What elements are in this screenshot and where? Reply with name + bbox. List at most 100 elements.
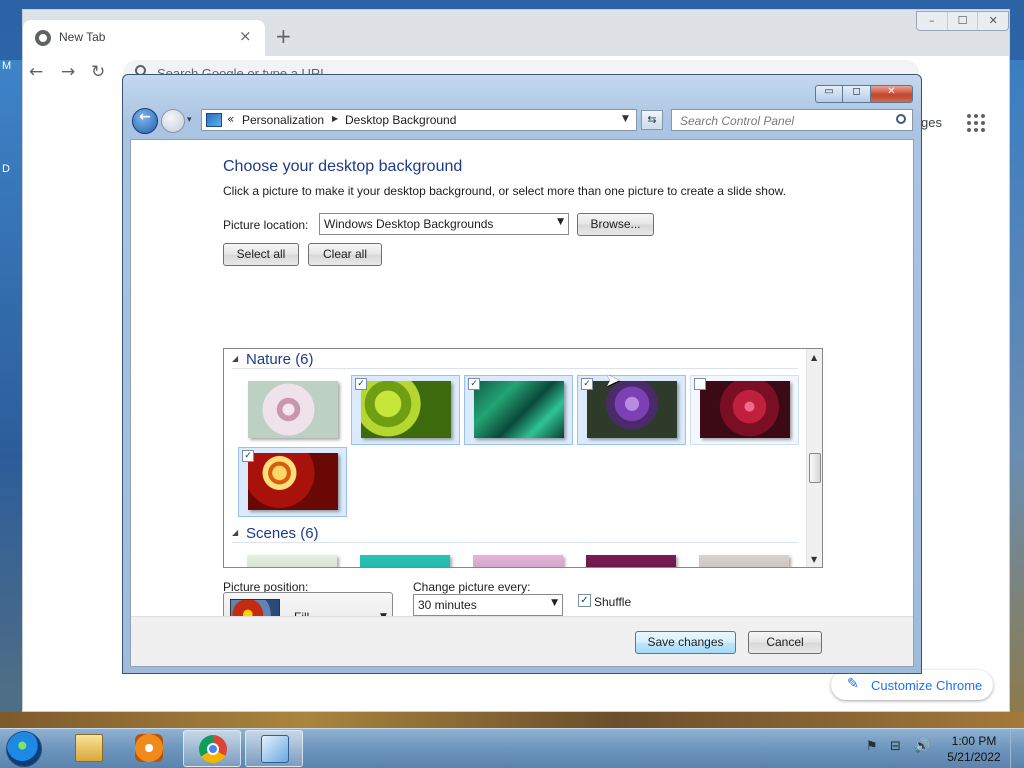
taskbar-control-panel[interactable] [245, 730, 303, 767]
thumbnail-checkbox[interactable]: ✓ [355, 378, 367, 390]
desktop-wallpaper-left [0, 60, 22, 720]
clock-time: 1:00 PM [951, 734, 997, 748]
cancel-button[interactable]: Cancel [748, 631, 822, 654]
browse-button[interactable]: Browse... [577, 213, 654, 236]
chrome-images-link-fragment[interactable]: ges [921, 115, 942, 130]
desktop-icon-label-fragment: M [2, 60, 12, 72]
control-panel-content: Choose your desktop background Click a p… [130, 139, 914, 667]
back-button[interactable]: ← [132, 108, 158, 134]
reload-button[interactable]: ↻ [91, 62, 105, 82]
breadcrumb-desktop-background[interactable]: Desktop Background [345, 113, 456, 127]
control-panel-window: ▭ ◻ ✕ ← ▾ « Personalization ▶ Desktop Ba… [122, 74, 922, 674]
change-picture-interval-select[interactable]: 30 minutes ▼ [413, 594, 563, 616]
minimize-button[interactable]: ▭ [815, 85, 843, 103]
chrome-tab-title: New Tab [59, 30, 106, 44]
breadcrumb-separator[interactable]: ▶ [332, 114, 338, 123]
gallery-scrollbar[interactable]: ▲ ▼ [806, 349, 822, 567]
taskbar-explorer[interactable] [60, 730, 118, 767]
taskbar-chrome[interactable] [183, 730, 241, 767]
thumbnail-checkbox[interactable] [694, 378, 706, 390]
thumbnail-checkbox[interactable]: ✓ [581, 378, 593, 390]
media-player-icon [135, 734, 163, 762]
minimize-button[interactable]: – [917, 12, 947, 30]
picture-gallery: ◢ Nature (6) ✓ ✓ ✓ ✓ ◢ Scenes (6) ▲ ▼ [223, 348, 823, 568]
collapse-triangle-icon: ◢ [232, 354, 239, 363]
thumbnail-checkbox[interactable]: ✓ [242, 450, 254, 462]
wallpaper-thumbnail[interactable]: ✓ [238, 447, 347, 517]
close-tab-icon[interactable]: × [239, 27, 252, 45]
new-tab-button[interactable]: + [275, 24, 292, 48]
picture-location-label: Picture location: [223, 218, 309, 232]
wallpaper-thumbnail[interactable] [690, 375, 799, 445]
refresh-button[interactable]: ⇆ [641, 110, 663, 130]
forward-button[interactable] [161, 109, 185, 133]
desktop-wallpaper-right [1010, 60, 1024, 720]
wallpaper-thumbnail[interactable]: ✓ [577, 375, 686, 445]
thumbnail-image-purple-thistle [587, 381, 677, 438]
back-button[interactable]: ← [29, 62, 43, 82]
thumbnail-image-scenes-partial[interactable] [699, 555, 789, 567]
picture-location-value: Windows Desktop Backgrounds [324, 217, 494, 231]
save-changes-button[interactable]: Save changes [635, 631, 736, 654]
start-button[interactable] [6, 731, 42, 767]
search-control-panel-input[interactable]: Search Control Panel [671, 109, 913, 131]
mouse-cursor-icon: ➤ [605, 370, 621, 391]
page-title: Choose your desktop background [223, 158, 463, 175]
show-desktop-button[interactable] [1010, 729, 1024, 768]
thumbnail-checkbox[interactable]: ✓ [468, 378, 480, 390]
thumbnail-image-red-yellow-petals [248, 453, 338, 510]
thumbnail-image-scenes-partial[interactable] [473, 555, 563, 567]
chrome-tab-strip: New Tab × + – ☐ ✕ [23, 10, 1009, 56]
wallpaper-thumbnail[interactable]: ✓ [351, 375, 460, 445]
group-label: Scenes (6) [246, 525, 319, 542]
wallpaper-thumbnail[interactable]: ✓ [464, 375, 573, 445]
breadcrumb-personalization[interactable]: Personalization [242, 113, 324, 127]
customize-chrome-button[interactable]: ✎ Customize Chrome [831, 670, 993, 700]
close-button[interactable]: ✕ [977, 12, 1008, 30]
maximize-button[interactable]: ◻ [843, 85, 871, 103]
flag-error-icon[interactable]: ⚑ [866, 739, 878, 754]
taskbar-media-player[interactable] [120, 730, 178, 767]
network-icon[interactable]: ⊟ [890, 739, 901, 754]
shuffle-checkbox[interactable]: ✓ [578, 594, 591, 607]
group-header-nature[interactable]: ◢ Nature (6) [232, 351, 798, 369]
shuffle-label[interactable]: Shuffle [594, 595, 631, 609]
chevron-down-icon: ▼ [551, 598, 558, 608]
page-description: Click a picture to make it your desktop … [223, 184, 786, 198]
control-panel-icon [261, 735, 289, 763]
search-icon[interactable] [896, 114, 906, 124]
chevron-down-icon: ▼ [557, 217, 564, 227]
maximize-button[interactable]: ☐ [946, 12, 978, 30]
thumbnail-image-green-leaves [474, 381, 564, 438]
thumbnail-image-scenes-partial[interactable] [360, 555, 450, 567]
thumbnail-image-red-dahlia [700, 381, 790, 438]
folder-icon [75, 734, 103, 762]
address-dropdown[interactable]: ▼ [622, 114, 629, 124]
thumbnail-image-scenes-partial[interactable] [586, 555, 676, 567]
wallpaper-thumbnail[interactable] [238, 375, 347, 445]
forward-button[interactable]: → [61, 62, 75, 82]
scrollbar-thumb[interactable] [809, 453, 821, 483]
clear-all-button[interactable]: Clear all [308, 243, 382, 266]
chrome-logo-icon [199, 735, 227, 763]
control-panel-icon [206, 113, 222, 127]
group-header-scenes[interactable]: ◢ Scenes (6) [232, 525, 798, 543]
address-bar[interactable]: « Personalization ▶ Desktop Background ▼ [201, 109, 637, 131]
scroll-up-arrow-icon[interactable]: ▲ [811, 353, 817, 362]
apps-grid-icon[interactable] [967, 114, 985, 132]
hidden-breadcrumbs-chevron[interactable]: « [227, 112, 234, 126]
thumbnail-image-scenes-partial[interactable] [247, 555, 337, 567]
select-all-button[interactable]: Select all [223, 243, 299, 266]
desktop-icon-label-fragment: D [2, 163, 10, 175]
change-picture-every-label: Change picture every: [413, 580, 531, 594]
recent-pages-dropdown[interactable]: ▾ [187, 115, 192, 125]
pencil-icon: ✎ [847, 676, 859, 692]
picture-location-select[interactable]: Windows Desktop Backgrounds ▼ [319, 213, 569, 235]
chrome-tab-new-tab[interactable]: New Tab × [23, 20, 265, 56]
system-clock[interactable]: 1:00 PM 5/21/2022 [944, 733, 1004, 765]
close-button[interactable]: ✕ [871, 85, 913, 103]
dialog-footer: Save changes Cancel [131, 616, 913, 666]
volume-icon[interactable]: 🔊 [914, 739, 930, 754]
scroll-down-arrow-icon[interactable]: ▼ [811, 555, 817, 564]
search-placeholder: Search Control Panel [680, 114, 795, 128]
